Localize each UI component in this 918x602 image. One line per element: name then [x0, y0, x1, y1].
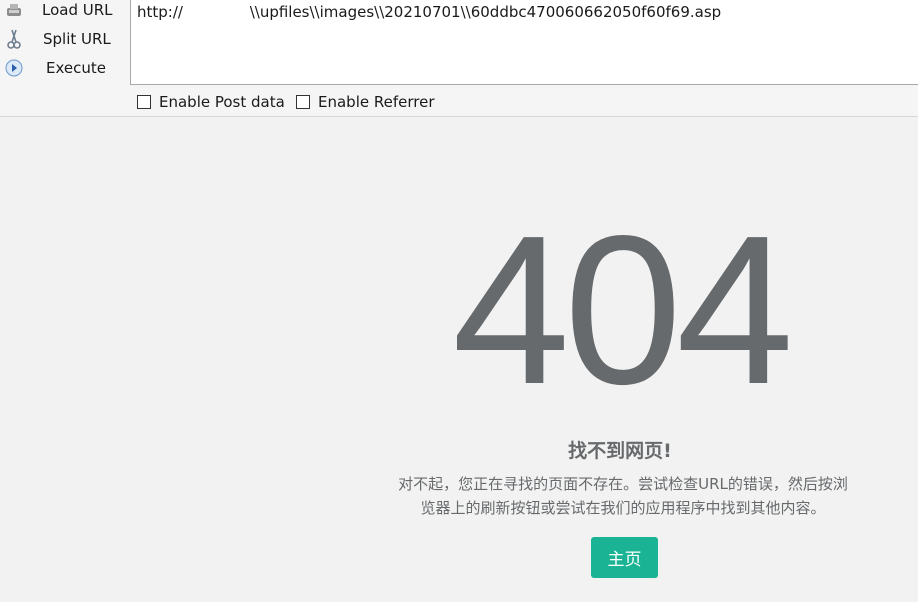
hackbar-toolbar: Load URL Split URL Execute http:// \\upf…: [0, 0, 918, 117]
execute-button[interactable]: Execute: [0, 54, 130, 82]
error-description-line-2: 览器上的刷新按钮或尝试在我们的应用程序中找到其他内容。: [420, 499, 826, 517]
error-description: 对不起，您正在寻找的页面不存在。尝试检查URL的错误，然后按浏 览器上的刷新按钮…: [368, 472, 878, 520]
split-url-button[interactable]: Split URL: [0, 25, 130, 53]
enable-post-data-label: Enable Post data: [159, 93, 285, 111]
load-url-button[interactable]: Load URL: [0, 0, 130, 24]
enable-referrer-label: Enable Referrer: [318, 93, 435, 111]
enable-post-data-checkbox[interactable]: Enable Post data: [137, 92, 285, 112]
enable-referrer-box[interactable]: [296, 95, 310, 109]
url-scrollbar[interactable]: [912, 0, 918, 84]
enable-post-data-box[interactable]: [137, 95, 151, 109]
split-url-label: Split URL: [43, 30, 111, 48]
url-value: http:// \\upfiles\\images\\20210701\\60d…: [137, 3, 722, 21]
split-url-icon: [5, 29, 23, 49]
load-url-icon: [5, 1, 23, 19]
load-url-label: Load URL: [42, 1, 113, 19]
enable-referrer-checkbox[interactable]: Enable Referrer: [296, 92, 434, 112]
hackbar-side-buttons: Load URL Split URL Execute: [0, 0, 130, 86]
home-button[interactable]: 主页: [591, 537, 658, 578]
url-textarea[interactable]: http:// \\upfiles\\images\\20210701\\60d…: [130, 0, 918, 85]
error-title: 找不到网页!: [568, 440, 672, 462]
execute-icon: [5, 59, 23, 77]
error-description-line-1: 对不起，您正在寻找的页面不存在。尝试检查URL的错误，然后按浏: [398, 475, 848, 493]
execute-label: Execute: [46, 59, 106, 77]
error-code: 404: [452, 191, 794, 428]
